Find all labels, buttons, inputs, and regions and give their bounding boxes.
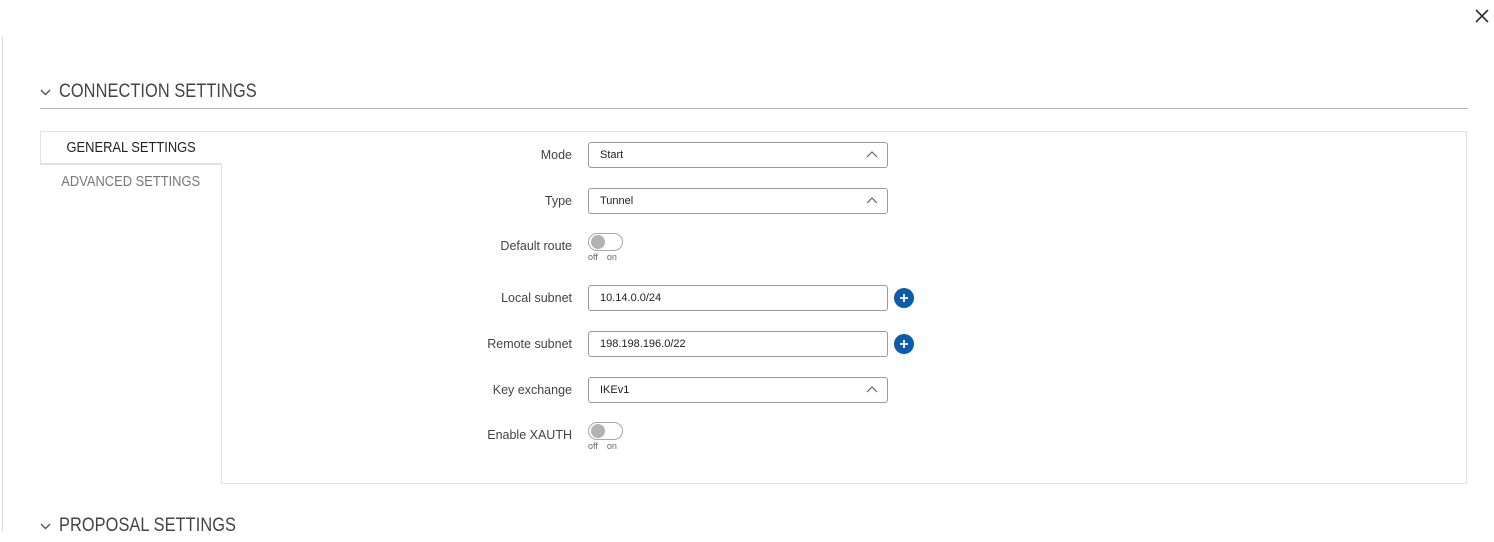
remote-subnet-input[interactable]	[588, 331, 888, 357]
default-route-toggle[interactable]	[588, 233, 623, 251]
toggle-knob	[591, 424, 605, 438]
add-remote-subnet-button[interactable]	[894, 334, 914, 354]
key-exchange-row: Key exchange IKEv1	[222, 377, 1466, 407]
tab-advanced-settings[interactable]: ADVANCED SETTINGS	[40, 164, 222, 197]
chevron-up-icon	[866, 151, 878, 158]
close-button[interactable]	[1472, 6, 1492, 26]
connection-settings-header[interactable]: CONNECTION SETTINGS	[40, 76, 1468, 109]
default-route-row: Default route off on	[222, 233, 1466, 263]
chevron-up-icon	[866, 197, 878, 204]
remote-subnet-label: Remote subnet	[487, 337, 572, 351]
type-select[interactable]: Tunnel	[588, 188, 888, 214]
mode-row: Mode Start	[222, 142, 1466, 172]
section-title: CONNECTION SETTINGS	[59, 81, 257, 102]
chevron-up-icon	[866, 386, 878, 393]
mode-value: Start	[600, 149, 624, 161]
type-label: Type	[544, 194, 572, 208]
key-exchange-select[interactable]: IKEv1	[588, 377, 888, 403]
close-icon	[1475, 9, 1489, 23]
page-border	[2, 36, 3, 532]
default-route-toggle-labels: off on	[588, 252, 617, 262]
enable-xauth-toggle-labels: off on	[588, 441, 617, 451]
enable-xauth-row: Enable XAUTH off on	[222, 422, 1466, 452]
type-row: Type Tunnel	[222, 188, 1466, 218]
plus-icon	[900, 294, 908, 302]
default-route-label: Default route	[500, 239, 572, 253]
key-exchange-value: IKEv1	[600, 384, 630, 396]
local-subnet-label: Local subnet	[501, 291, 572, 305]
chevron-down-icon	[40, 86, 52, 98]
toggle-knob	[591, 235, 605, 249]
enable-xauth-toggle[interactable]	[588, 422, 623, 440]
tab-general-settings[interactable]: GENERAL SETTINGS	[40, 131, 222, 164]
local-subnet-input[interactable]	[588, 285, 888, 311]
type-value: Tunnel	[600, 195, 634, 207]
remote-subnet-row: Remote subnet	[222, 331, 1466, 361]
proposal-settings-header[interactable]: PROPOSAL SETTINGS	[40, 510, 1468, 542]
add-local-subnet-button[interactable]	[894, 288, 914, 308]
mode-select[interactable]: Start	[588, 142, 888, 168]
settings-tabs: GENERAL SETTINGS ADVANCED SETTINGS	[40, 131, 222, 197]
local-subnet-row: Local subnet	[222, 285, 1466, 315]
mode-label: Mode	[540, 148, 572, 162]
plus-icon	[900, 340, 908, 348]
key-exchange-label: Key exchange	[492, 383, 572, 397]
enable-xauth-label: Enable XAUTH	[487, 428, 572, 442]
section-title: PROPOSAL SETTINGS	[59, 515, 237, 536]
chevron-down-icon	[40, 520, 52, 532]
